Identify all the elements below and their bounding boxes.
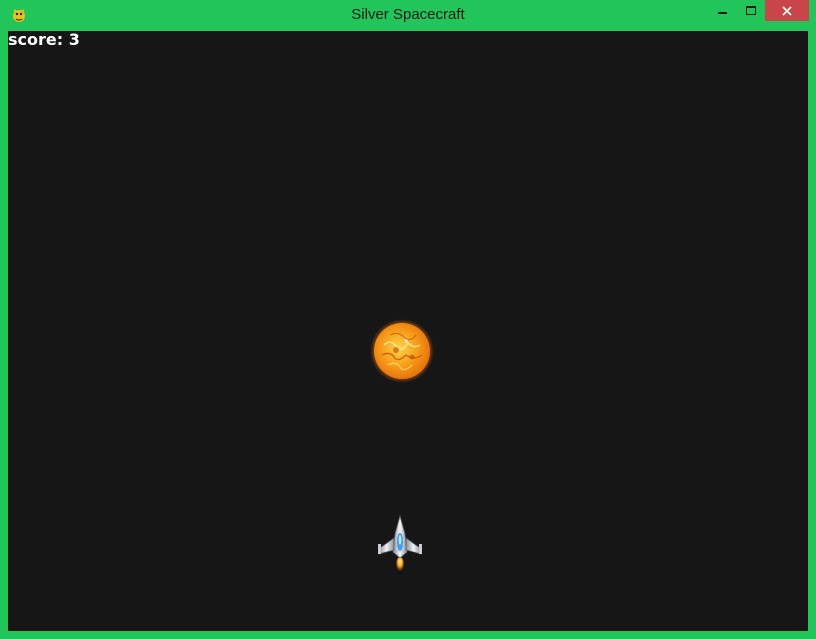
- silver-spaceship-icon: [377, 514, 423, 574]
- maximize-button[interactable]: [736, 0, 764, 21]
- fireball-sun-icon: [370, 319, 434, 383]
- minimize-button[interactable]: [707, 0, 735, 21]
- title-bar[interactable]: Silver Spacecraft: [0, 0, 816, 31]
- window-title: Silver Spacecraft: [351, 6, 465, 23]
- app-window: Silver Spacecraft score: 3: [0, 0, 816, 639]
- close-button[interactable]: [765, 0, 809, 21]
- game-canvas[interactable]: score: 3: [8, 31, 808, 631]
- score-label: score: 3: [8, 31, 80, 49]
- close-icon: [765, 0, 809, 21]
